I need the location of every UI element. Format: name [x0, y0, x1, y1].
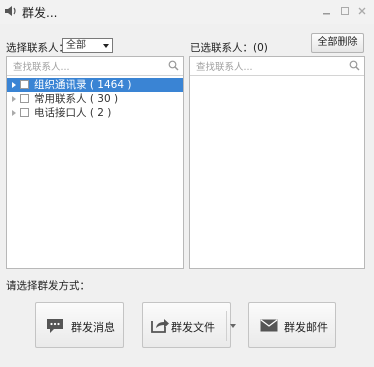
divider	[226, 311, 227, 341]
selected-contacts-panel: 查找联系人...	[189, 56, 365, 269]
button-label: 群发邮件	[284, 321, 328, 334]
button-label: 群发文件	[171, 321, 215, 334]
left-search-box[interactable]: 查找联系人...	[7, 57, 183, 76]
minimize-icon[interactable]	[321, 5, 333, 17]
close-icon[interactable]	[356, 5, 368, 17]
tree-item-phone[interactable]: 电话接口人 ( 2 )	[7, 106, 183, 120]
contact-filter-select[interactable]: 全部	[62, 38, 113, 53]
search-input[interactable]: 查找联系人...	[196, 59, 253, 73]
expand-icon[interactable]	[12, 110, 16, 116]
button-label: 群发消息	[71, 321, 115, 334]
tree-item-frequent[interactable]: 常用联系人 ( 30 )	[7, 92, 183, 106]
tree-checkbox[interactable]	[20, 108, 29, 117]
send-method-label: 请选择群发方式：	[6, 280, 90, 292]
select-contacts-label: 选择联系人：	[6, 42, 69, 54]
window-title: 群发...	[22, 6, 58, 20]
contact-tree-panel: 查找联系人... 组织通讯录 ( 1464 ) 常用联系人 ( 30 ) 电话接…	[6, 56, 184, 269]
search-icon[interactable]	[168, 60, 179, 74]
search-input[interactable]: 查找联系人...	[13, 59, 70, 73]
tree-checkbox[interactable]	[20, 94, 29, 103]
share-file-icon	[150, 316, 170, 337]
expand-icon[interactable]	[12, 82, 16, 88]
search-icon[interactable]	[349, 60, 360, 74]
chat-icon	[46, 318, 64, 337]
chevron-down-icon	[103, 44, 109, 48]
right-search-box[interactable]: 查找联系人...	[190, 57, 364, 76]
maximize-icon[interactable]	[339, 5, 351, 17]
selected-contacts-label: 已选联系人：(0)	[190, 42, 268, 54]
title-bar: 群发...	[0, 0, 374, 24]
group-message-button[interactable]: 群发消息	[35, 302, 124, 348]
chevron-down-icon[interactable]	[230, 324, 236, 328]
delete-all-button[interactable]: 全部删除	[311, 33, 364, 53]
contact-filter-value: 全部	[66, 40, 86, 51]
group-file-button[interactable]: 群发文件	[142, 302, 236, 348]
speaker-icon	[4, 4, 18, 18]
expand-icon[interactable]	[12, 96, 16, 102]
tree-item-label: 电话接口人 ( 2 )	[34, 107, 112, 119]
tree-item-label: 组织通讯录 ( 1464 )	[34, 79, 132, 91]
group-mail-button[interactable]: 群发邮件	[248, 302, 336, 348]
mail-icon	[260, 319, 278, 335]
tree-checkbox[interactable]	[20, 80, 29, 89]
tree-item-label: 常用联系人 ( 30 )	[34, 93, 119, 105]
tree-item-org[interactable]: 组织通讯录 ( 1464 )	[7, 78, 183, 92]
